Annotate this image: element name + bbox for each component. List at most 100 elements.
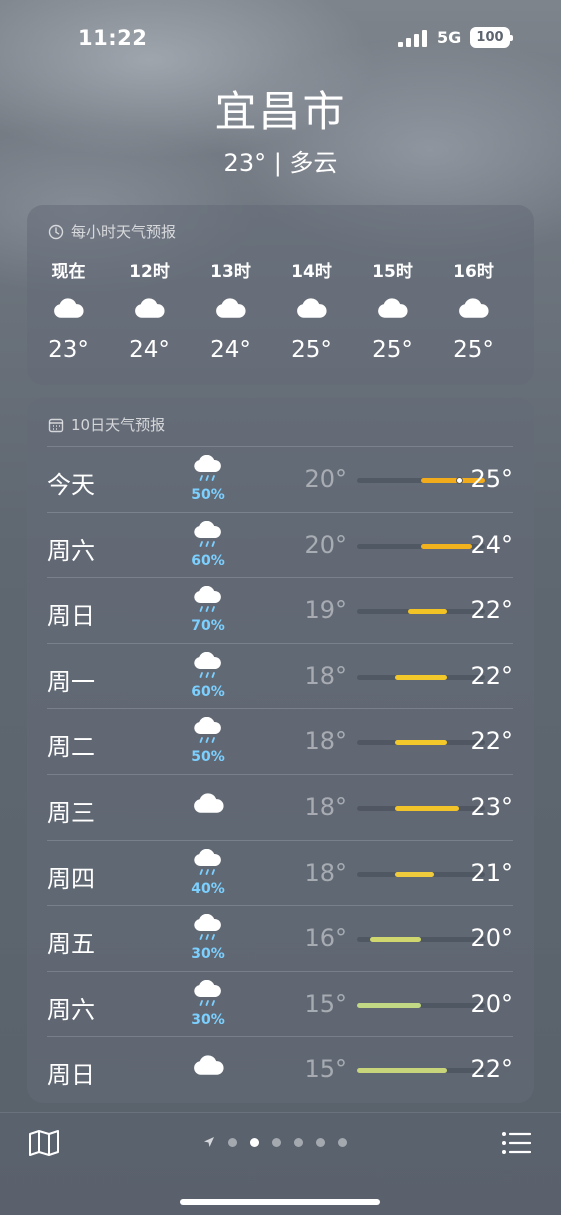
temperature-range-track	[357, 1068, 485, 1074]
low-temperature: 16°	[304, 924, 347, 953]
low-temperature: 18°	[304, 858, 347, 887]
temperature-range-bar	[395, 805, 460, 811]
map-icon[interactable]	[28, 1129, 60, 1157]
hourly-forecast-list[interactable]: 现在23°12时24°13时24°14时25°15时25°16时25°12	[27, 257, 534, 363]
cloud-icon	[188, 1055, 228, 1081]
hour-icon-placeholder	[514, 283, 534, 335]
ten-day-forecast-card[interactable]: 10日天气预报 今天 50% 20° 25° 周六 60% 20° 24° 周日 70% 19° 22…	[27, 398, 534, 1103]
daily-row[interactable]: 周四 40% 18° 21°	[47, 839, 513, 906]
hour-temperature: 25°	[453, 337, 494, 363]
daily-row[interactable]: 今天 50% 20° 25°	[47, 446, 513, 512]
ten-day-forecast-header: 10日天气预报	[48, 414, 165, 435]
day-name: 周二	[47, 733, 95, 762]
page-indicator[interactable]	[203, 1136, 347, 1148]
page-dot[interactable]	[338, 1137, 347, 1147]
temperature-range-bar	[395, 674, 447, 680]
temperature-range-track	[357, 543, 485, 549]
network-type: 5G	[437, 28, 462, 47]
hour-temperature: 25°	[291, 337, 332, 363]
current-temperature-dot	[455, 477, 463, 484]
temperature-range-bar	[408, 609, 447, 615]
cloud-icon	[188, 793, 228, 819]
rain-cloud-icon: 50%	[188, 717, 228, 765]
status-bar: 11:22 5G 100	[0, 0, 561, 70]
high-temperature: 23°	[470, 792, 513, 821]
low-temperature: 18°	[304, 661, 347, 690]
rain-cloud-icon: 40%	[188, 848, 228, 897]
day-name: 周五	[47, 930, 95, 959]
hour-label: 现在	[51, 262, 86, 282]
day-name: 周六	[47, 536, 95, 565]
rain-cloud-icon: 60%	[188, 651, 228, 700]
hour-temperature: 2	[514, 337, 534, 363]
city-name: 宜昌市	[214, 87, 347, 136]
precipitation-chance: 30%	[191, 1011, 225, 1028]
daily-row[interactable]: 周六 60% 20° 24°	[47, 511, 513, 578]
location-arrow-icon	[204, 1137, 214, 1147]
cloud-icon	[28, 283, 109, 335]
page-dot[interactable]	[228, 1137, 237, 1147]
temperature-range-bar	[357, 1002, 421, 1008]
high-temperature: 24°	[470, 530, 513, 559]
rain-cloud-icon: 50%	[188, 454, 228, 503]
hour-temperature: 24°	[129, 337, 170, 363]
hour-temperature: 24°	[210, 337, 251, 363]
daily-row[interactable]: 周日 70% 19° 22°	[47, 577, 513, 643]
hourly-item: 12	[514, 257, 534, 363]
precipitation-chance: 70%	[191, 618, 225, 635]
hourly-item: 16时 25°	[433, 257, 514, 363]
page-dot[interactable]	[316, 1137, 325, 1147]
page-dot[interactable]	[272, 1137, 281, 1147]
precipitation-chance: 50%	[191, 749, 225, 766]
hourly-item: 12时 24°	[109, 257, 190, 363]
day-name: 周六	[47, 995, 95, 1024]
rain-cloud-icon: 60%	[188, 520, 228, 569]
temperature-range-bar	[395, 871, 434, 877]
hourly-forecast-title: 每小时天气预报	[71, 223, 177, 241]
precipitation-chance: 60%	[191, 552, 225, 569]
calendar-icon	[48, 418, 64, 432]
precipitation-chance: 60%	[191, 683, 225, 700]
day-name: 周四	[47, 864, 95, 893]
daily-row[interactable]: 周三 18° 23°	[47, 773, 513, 840]
cloud-icon	[271, 283, 352, 335]
cloud-icon	[109, 283, 190, 335]
day-name: 周日	[47, 602, 95, 631]
cloud-icon	[190, 283, 271, 335]
hourly-forecast-header: 每小时天气预报	[48, 221, 176, 242]
day-name: 周日	[47, 1061, 95, 1090]
daily-row[interactable]: 周日 15° 22°	[47, 1036, 513, 1102]
cloud-icon	[352, 283, 433, 335]
daily-row[interactable]: 周二 50% 18° 22°	[47, 708, 513, 774]
low-temperature: 20°	[304, 465, 347, 493]
rain-cloud-icon: 30%	[188, 979, 228, 1028]
cellular-signal-icon	[398, 30, 428, 47]
precipitation-chance: 40%	[191, 880, 225, 897]
hourly-forecast-card[interactable]: 每小时天气预报 现在 23° 12时 24° 13时 24° 14时 25° 15时 25° 16时…	[27, 205, 534, 385]
page-dot[interactable]	[250, 1137, 259, 1147]
current-weather: 宜昌市 23° | 多云	[0, 78, 561, 178]
temperature-range-track	[357, 740, 485, 746]
ten-day-forecast-title: 10日天气预报	[71, 416, 166, 434]
temperature-range-track	[357, 937, 485, 943]
home-indicator[interactable]	[180, 1199, 380, 1205]
status-time: 11:22	[78, 26, 148, 50]
daily-row[interactable]: 周六 30% 15° 20°	[47, 970, 513, 1037]
high-temperature: 22°	[470, 727, 513, 756]
ten-day-forecast-list: 今天 50% 20° 25° 周六 60% 20° 24° 周日 70% 19° 22° 周一 60% 18…	[47, 446, 513, 1102]
precipitation-chance: 30%	[191, 946, 225, 963]
battery-icon: 100	[470, 27, 513, 48]
precipitation-chance: 50%	[191, 487, 225, 503]
daily-row[interactable]: 周五 30% 16° 20°	[47, 905, 513, 971]
page-dot[interactable]	[294, 1137, 303, 1147]
high-temperature: 20°	[470, 989, 513, 1018]
temperature-range-track	[357, 477, 485, 484]
low-temperature: 15°	[304, 989, 347, 1018]
hour-label: 13时	[210, 262, 251, 282]
low-temperature: 19°	[304, 596, 347, 625]
location-list-icon[interactable]	[501, 1131, 531, 1155]
hour-label: 12时	[129, 262, 170, 282]
daily-row[interactable]: 周一 60% 18° 22°	[47, 642, 513, 709]
low-temperature: 18°	[304, 727, 347, 756]
temperature-range-track	[357, 1002, 485, 1008]
